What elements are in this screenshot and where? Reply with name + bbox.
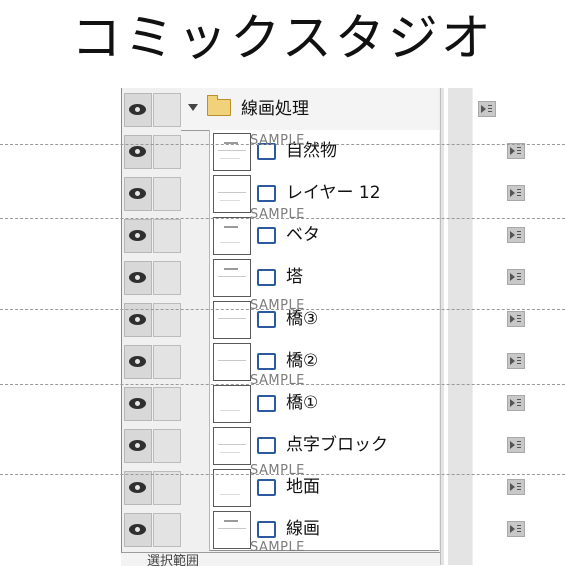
layer-cell[interactable]: レイヤー 12	[209, 172, 525, 215]
layer-properties-icon[interactable]	[507, 227, 525, 243]
visibility-toggle[interactable]	[124, 135, 152, 169]
eye-icon	[129, 398, 146, 409]
eye-icon	[129, 314, 146, 325]
layer-properties-icon[interactable]	[507, 311, 525, 327]
layer-thumbnail	[213, 217, 251, 255]
layer-properties-icon[interactable]	[507, 353, 525, 369]
watermark-text: SAMPLE	[250, 298, 305, 313]
visibility-toggle[interactable]	[124, 429, 152, 463]
visibility-toggle[interactable]	[124, 471, 152, 505]
layer-row[interactable]: 点字ブロック	[121, 424, 525, 467]
layer-name: 橋①	[286, 393, 319, 413]
layer-row[interactable]: 橋①	[121, 382, 525, 425]
layer-thumbnail	[213, 301, 251, 339]
selection-layer-label: 選択範囲	[147, 554, 200, 566]
layer-properties-icon[interactable]	[507, 185, 525, 201]
layer-thumbnail	[213, 133, 251, 171]
visibility-toggle[interactable]	[124, 387, 152, 421]
layer-properties-icon[interactable]	[507, 143, 525, 159]
eye-icon	[129, 524, 146, 535]
layer-name: 点字ブロック	[286, 435, 388, 455]
layer-icon	[257, 353, 276, 370]
layer-cell[interactable]: 点字ブロック	[209, 424, 525, 467]
eye-icon	[129, 230, 146, 241]
layer-thumbnail	[213, 259, 251, 297]
layer-properties-icon[interactable]	[507, 479, 525, 495]
layer-icon	[257, 269, 276, 286]
layer-properties-icon[interactable]	[507, 395, 525, 411]
watermark-text: SAMPLE	[250, 133, 305, 148]
lock-toggle[interactable]	[153, 261, 181, 295]
eye-icon	[129, 440, 146, 451]
layer-cell[interactable]: 地面	[209, 466, 525, 509]
layer-properties-icon[interactable]	[507, 437, 525, 453]
layer-cell[interactable]: 橋①	[209, 382, 525, 425]
folder-cell[interactable]: 線画処理	[181, 88, 496, 131]
layer-thumbnail	[213, 385, 251, 423]
watermark-text: SAMPLE	[250, 540, 305, 555]
layer-icon	[257, 521, 276, 538]
layer-name: 塔	[286, 267, 303, 287]
eye-icon	[129, 482, 146, 493]
lock-toggle[interactable]	[153, 345, 181, 379]
layer-icon	[257, 479, 276, 496]
layer-icon	[257, 185, 276, 202]
lock-toggle[interactable]	[153, 177, 181, 211]
layer-thumbnail	[213, 175, 251, 213]
layer-cell[interactable]: 橋③	[209, 298, 525, 341]
visibility-toggle[interactable]	[124, 93, 152, 127]
layer-cell[interactable]: ベタ	[209, 214, 525, 257]
layer-cell[interactable]: 塔	[209, 256, 525, 299]
visibility-toggle[interactable]	[124, 261, 152, 295]
layer-panel-scrollbar[interactable]	[440, 88, 472, 565]
layer-properties-icon[interactable]	[507, 269, 525, 285]
visibility-toggle[interactable]	[124, 177, 152, 211]
eye-icon	[129, 356, 146, 367]
layer-cell[interactable]: 線画	[209, 508, 525, 551]
lock-toggle[interactable]	[153, 135, 181, 169]
lock-toggle[interactable]	[153, 93, 181, 127]
folder-name: 線画処理	[241, 99, 309, 119]
eye-icon	[129, 188, 146, 199]
watermark-text: SAMPLE	[250, 373, 305, 388]
layer-thumbnail	[213, 343, 251, 381]
layer-icon	[257, 311, 276, 328]
layer-thumbnail	[213, 427, 251, 465]
layer-thumbnail	[213, 511, 251, 549]
folder-icon	[207, 95, 231, 116]
visibility-toggle[interactable]	[124, 219, 152, 253]
watermark-text: SAMPLE	[250, 207, 305, 222]
layer-icon	[257, 437, 276, 454]
page-title: コミックスタジオ	[71, 9, 494, 67]
lock-toggle[interactable]	[153, 429, 181, 463]
visibility-toggle[interactable]	[124, 513, 152, 547]
visibility-toggle[interactable]	[124, 345, 152, 379]
eye-icon	[129, 272, 146, 283]
layer-properties-icon[interactable]	[478, 101, 496, 117]
expand-toggle-icon[interactable]	[188, 104, 198, 111]
eye-icon	[129, 146, 146, 157]
layer-properties-icon[interactable]	[507, 521, 525, 537]
layer-row[interactable]: 塔	[121, 256, 525, 299]
lock-toggle[interactable]	[153, 471, 181, 505]
watermark-text: SAMPLE	[250, 463, 305, 478]
lock-toggle[interactable]	[153, 513, 181, 547]
scrollbar-track-highlight	[444, 88, 448, 565]
layer-cell[interactable]: 橋②	[209, 340, 525, 383]
layer-icon	[257, 395, 276, 412]
lock-toggle[interactable]	[153, 387, 181, 421]
lock-toggle[interactable]	[153, 219, 181, 253]
layer-icon	[257, 227, 276, 244]
layer-cell[interactable]: 自然物	[209, 130, 525, 173]
eye-icon	[129, 104, 146, 115]
layer-folder-row[interactable]: 線画処理	[121, 88, 496, 131]
